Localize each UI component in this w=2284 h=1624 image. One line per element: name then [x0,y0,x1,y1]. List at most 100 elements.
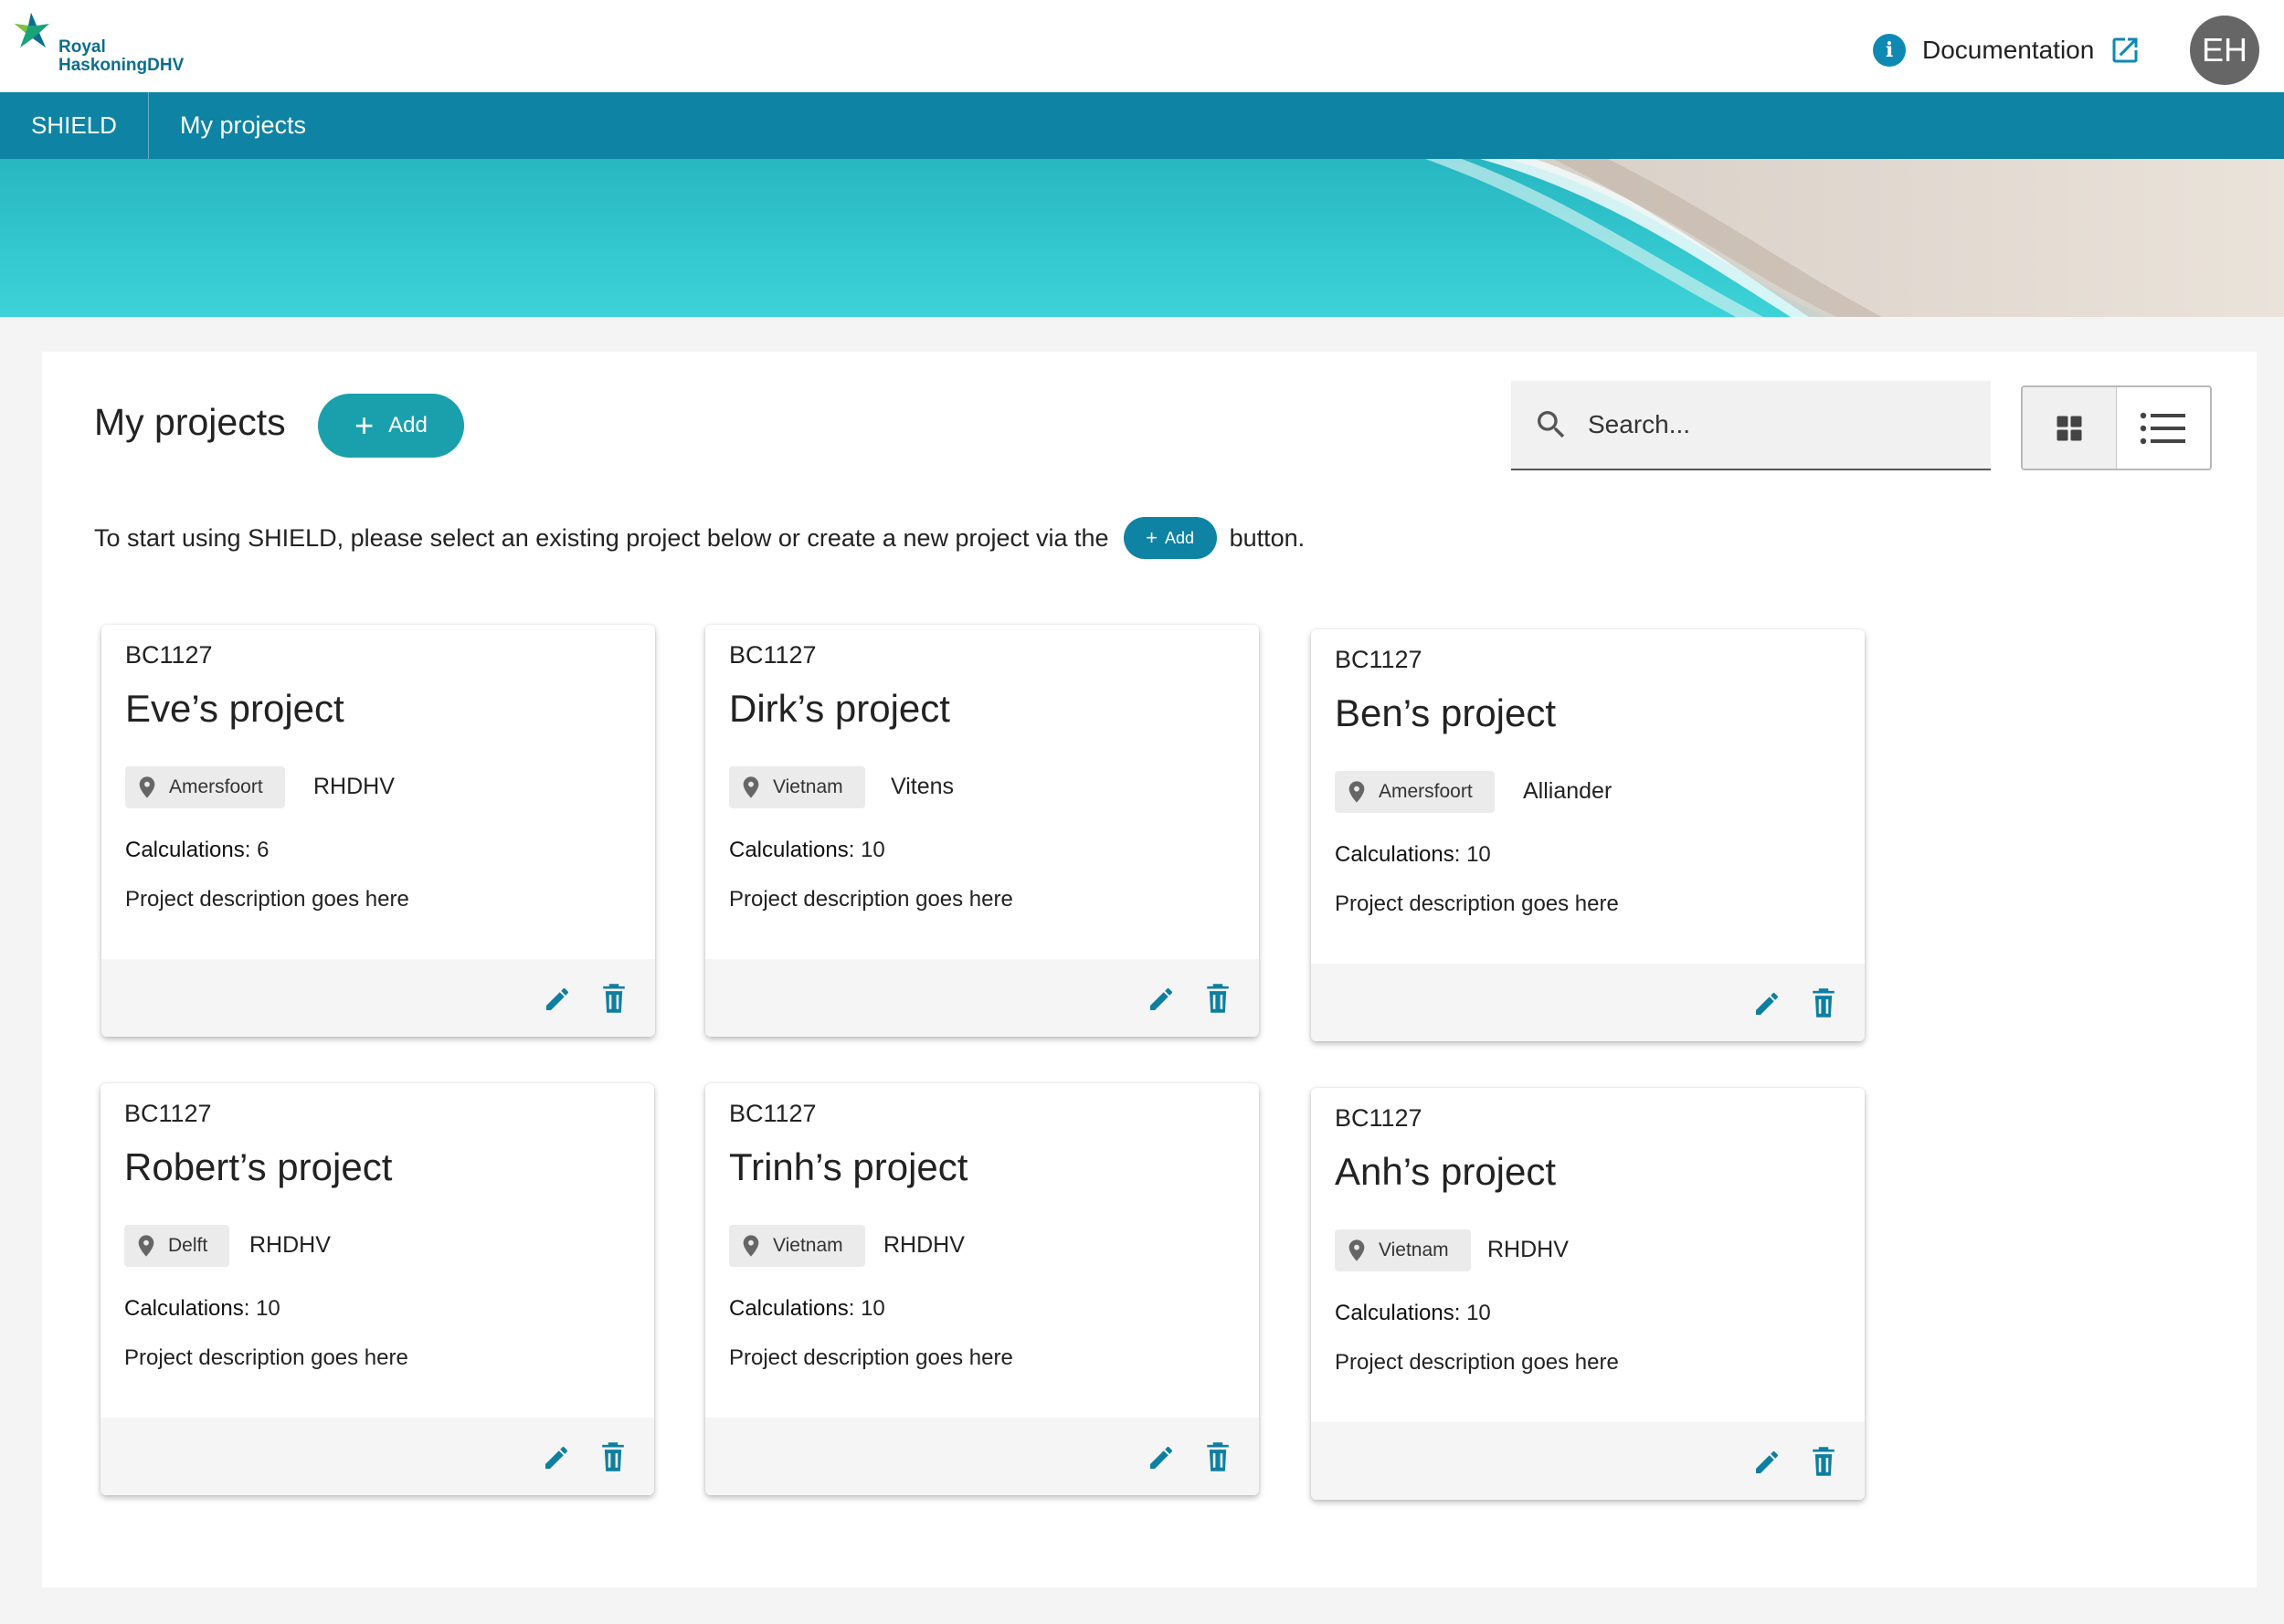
calculations-label: Calculations: [125,838,251,862]
project-card[interactable]: BC1127 Dirk’s project Vietnam Vitens Cal… [705,625,1259,1037]
trash-icon[interactable] [1809,1446,1838,1477]
pencil-icon[interactable] [1147,1443,1176,1472]
project-description: Project description goes here [729,887,1013,912]
project-title: Ben’s project [1335,691,1557,734]
company-name: RHDHV [1487,1237,1569,1262]
trash-icon[interactable] [1203,1441,1232,1472]
project-card[interactable]: BC1127 Trinh’s project Vietnam RHDHV Cal… [705,1083,1259,1495]
location-label: Amersfoort [1379,781,1473,802]
list-view-icon [2140,412,2185,444]
pencil-icon[interactable] [542,1443,571,1472]
add-button-label: Add [388,413,428,438]
location-pin-icon [1348,1239,1365,1261]
company-logo[interactable]: Royal HaskoningDHV [13,11,184,79]
card-actions [1311,964,1865,1041]
calculations-label: Calculations: [729,1296,855,1321]
calculations-value: 10 [1466,1301,1491,1325]
location-label: Vietnam [773,1235,843,1256]
documentation-label: Documentation [1922,36,2095,64]
calculations-value: 10 [256,1296,280,1321]
project-description: Project description goes here [124,1345,408,1370]
location-chip: Vietnam [1335,1229,1471,1271]
location-pin-icon [138,1235,154,1257]
external-link-icon [2112,37,2138,63]
card-actions [705,959,1259,1037]
nav-app-name[interactable]: SHIELD [0,92,149,159]
search-icon [1538,411,1565,438]
company-name: Vitens [891,774,955,799]
company-name: RHDHV [249,1232,331,1258]
nav-my-projects[interactable]: My projects [149,92,306,159]
info-icon: i [1873,34,1906,67]
company-name: Alliander [1523,778,1613,804]
trash-icon[interactable] [598,1441,628,1472]
project-code: BC1127 [729,1100,817,1127]
project-card[interactable]: BC1127 Ben’s project Amersfoort Alliande… [1311,629,1865,1041]
project-code: BC1127 [729,641,817,669]
inline-add-button[interactable]: + Add [1123,517,1217,559]
location-chip: Vietnam [729,766,865,808]
intro-text-after: button. [1229,523,1306,552]
search-input[interactable] [1588,410,1972,439]
project-title: Anh’s project [1335,1150,1557,1193]
location-chip: Vietnam [729,1225,865,1267]
calculations-value: 10 [1466,842,1491,867]
card-actions [100,1418,654,1495]
logo-line-2: HaskoningDHV [58,56,185,75]
grid-view-icon [2057,416,2082,440]
location-label: Vietnam [1379,1239,1449,1260]
project-title: Robert’s project [124,1145,393,1188]
card-actions [705,1418,1259,1495]
company-name: RHDHV [313,774,395,799]
calculations-count: Calculations: 10 [124,1296,280,1322]
logo-text: Royal HaskoningDHV [58,38,184,75]
project-code: BC1127 [1335,1104,1422,1132]
documentation-link[interactable]: i Documentation [1873,30,2141,70]
trash-icon[interactable] [1203,983,1232,1014]
navigation-bar: SHIELD My projects [0,92,2284,159]
location-chip: Amersfoort [125,766,285,808]
project-card[interactable]: BC1127 Anh’s project Vietnam RHDHV Calcu… [1311,1088,1865,1500]
calculations-count: Calculations: 10 [729,1296,885,1322]
project-title: Eve’s project [125,687,344,730]
hero-banner [0,159,2284,317]
calculations-value: 10 [861,838,885,862]
beach-banner-image [0,159,2284,317]
grid-view-button[interactable] [2023,387,2117,469]
view-toggle [2021,385,2212,470]
inline-add-label: Add [1164,528,1195,547]
add-project-button[interactable]: + Add [318,394,464,458]
page-title: My projects [94,401,286,443]
project-code: BC1127 [124,1100,212,1127]
trash-icon[interactable] [599,983,629,1014]
project-title: Dirk’s project [729,687,950,730]
calculations-label: Calculations: [1335,842,1461,867]
logo-line-1: Royal [58,37,106,57]
calculations-value: 6 [257,838,270,862]
location-chip: Amersfoort [1335,771,1495,813]
location-chip: Delft [124,1225,230,1267]
pencil-icon[interactable] [543,985,572,1014]
list-view-button[interactable] [2117,387,2210,469]
trash-icon[interactable] [1809,987,1838,1018]
project-code: BC1127 [1335,646,1422,673]
location-label: Vietnam [773,776,843,797]
search-box[interactable] [1511,381,1991,470]
project-description: Project description goes here [1335,891,1619,916]
card-actions [1311,1422,1865,1500]
pencil-icon[interactable] [1752,1448,1782,1477]
top-header: Royal HaskoningDHV i Documentation EH [0,0,2284,92]
project-card[interactable]: BC1127 Robert’s project Delft RHDHV Calc… [100,1083,654,1495]
location-label: Amersfoort [169,776,263,797]
location-pin-icon [139,776,155,798]
project-title: Trinh’s project [729,1145,968,1188]
card-actions [101,959,655,1037]
calculations-label: Calculations: [1335,1301,1461,1325]
calculations-count: Calculations: 10 [1335,1301,1491,1326]
pencil-icon[interactable] [1147,985,1176,1014]
location-pin-icon [743,1235,759,1257]
user-avatar[interactable]: EH [2190,16,2259,85]
pencil-icon[interactable] [1752,989,1782,1018]
project-card[interactable]: BC1127 Eve’s project Amersfoort RHDHV Ca… [101,625,655,1037]
plus-icon: + [1146,526,1158,549]
